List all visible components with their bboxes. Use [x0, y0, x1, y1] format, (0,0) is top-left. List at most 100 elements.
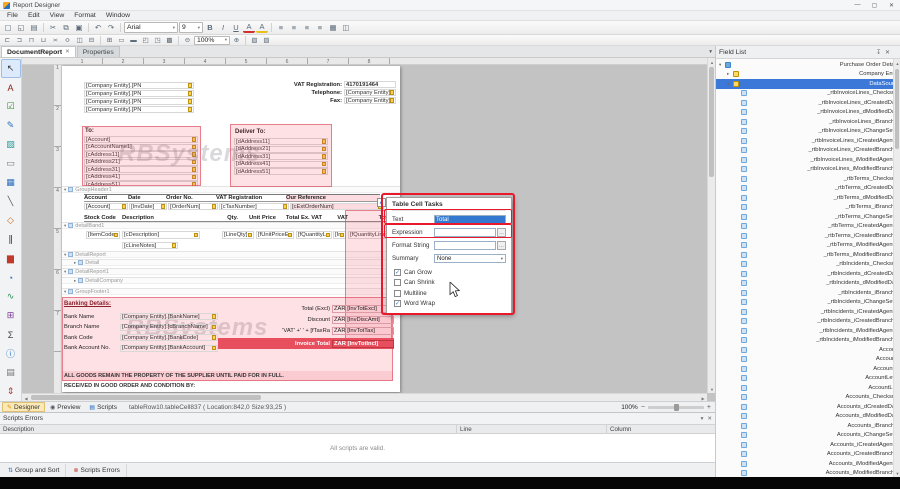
scrollbar-thumb[interactable]	[895, 69, 899, 149]
scroll-left-icon[interactable]: ◀	[22, 394, 30, 402]
field-list-item[interactable]: _rtbIncidents_iModifiedBranchID	[716, 336, 900, 346]
align-left-icon[interactable]: ≡	[275, 22, 287, 33]
highlight-color-button[interactable]: A	[256, 22, 268, 33]
borders-icon[interactable]: ▦	[327, 22, 339, 33]
field-list-item[interactable]: _rtbTerms_iCreatedAgentID	[716, 222, 900, 232]
field-list-item[interactable]: _rtbTerms_iCreatedBranchID	[716, 231, 900, 241]
smart-tag-button[interactable]: ▸	[377, 198, 386, 207]
field-list-item[interactable]: _rtbIncidents_iCreatedAgentID	[716, 307, 900, 317]
header-field[interactable]: [OrderNum]	[168, 203, 218, 210]
total-row[interactable]: Discount ZAR [InvDiscAmt]	[218, 316, 394, 325]
bank-field[interactable]: [Company Entity].[BankAccount]	[120, 345, 218, 352]
zoom-out-icon[interactable]: ⊖	[182, 36, 193, 45]
font-family-select[interactable]: Arial▾	[124, 22, 178, 33]
zoom-in-button[interactable]: +	[707, 404, 711, 411]
total-row[interactable]: Invoice Total ZAR [InvTotIncl]	[218, 338, 394, 349]
field-list-item[interactable]: _rtbTerms_dCreatedDate	[716, 184, 900, 194]
band-detailband1[interactable]: ▾detailBand1	[62, 222, 400, 229]
chevron-down-icon[interactable]: ▾	[701, 416, 704, 422]
tab-preview[interactable]: ◉Preview	[46, 402, 84, 412]
field-list-item[interactable]: _rtbTerms_iModifiedAgentID	[716, 241, 900, 251]
italic-button[interactable]: I	[217, 22, 229, 33]
band-detailreport[interactable]: ▾DetailReport	[62, 251, 400, 258]
field-list-item[interactable]: ▸ Company Entity	[716, 70, 900, 80]
field-list-item[interactable]: _rtbTerms_iModifiedBranchID	[716, 250, 900, 260]
address-field[interactable]: [dAddress51]	[234, 168, 328, 175]
scroll-right-icon[interactable]: ▶	[699, 394, 707, 402]
field-list-item[interactable]: Account	[716, 345, 900, 355]
field-list-item[interactable]: _rtbInvoiceLines_iBranchID	[716, 117, 900, 127]
total-row[interactable]: 'VAT' +' ' + [fTaxRa ZAR [InvTotTax]	[218, 327, 394, 336]
header-field[interactable]: [cTaxNumber]	[219, 203, 289, 210]
paste-icon[interactable]: ▣	[73, 22, 85, 33]
redo-icon[interactable]: ↷	[105, 22, 117, 33]
detail-field[interactable]: [LineQty]	[222, 231, 254, 239]
header-field[interactable]: [InvDate]	[129, 203, 167, 210]
field-list-item[interactable]: _rtbInvoiceLines_dModifiedDate	[716, 108, 900, 118]
center-horizontally-icon[interactable]: ≍	[50, 36, 61, 45]
zoom-slider[interactable]	[648, 406, 704, 409]
fit-page-icon[interactable]: ▧	[249, 36, 260, 45]
pointer-tool[interactable]: ↖	[1, 59, 21, 78]
zoom-in-icon[interactable]: ⊕	[231, 36, 242, 45]
footer-terms-line[interactable]: ALL GOODS REMAIN THE PROPERTY OF THE SUP…	[62, 371, 393, 381]
tab-properties[interactable]: Properties	[77, 46, 120, 57]
field-list-item[interactable]: ▾ DataSource	[716, 79, 900, 89]
scroll-up-icon[interactable]: ▲	[708, 58, 716, 66]
detail-field[interactable]: [fUnitPriceExcl]	[256, 231, 294, 239]
line-notes-field[interactable]: [cLineNotes]	[122, 242, 178, 249]
scroll-up-icon[interactable]: ▲	[894, 59, 900, 67]
band-detailreport1[interactable]: ▾DetailReport1	[62, 268, 400, 275]
field-list-item[interactable]: _rtbTerms_iChangeSetID	[716, 212, 900, 222]
field-list-item[interactable]: Account1	[716, 355, 900, 365]
close-icon[interactable]: ✕	[885, 49, 890, 56]
scroll-down-icon[interactable]: ▼	[708, 385, 716, 393]
tab-group-and-sort[interactable]: ⇅Group and Sort	[2, 464, 66, 477]
collapse-icon[interactable]: ▸	[74, 278, 76, 284]
page-break-tool[interactable]: ▤	[1, 363, 21, 382]
field-list-scrollbar[interactable]: ▲ ▼	[893, 59, 900, 477]
field-list-item[interactable]: _rtbIncidents_iChangeSetID	[716, 298, 900, 308]
grid-lines-icon[interactable]: ▨	[261, 36, 272, 45]
footer-received-line[interactable]: RECEIVED IN GOOD ORDER AND CONDITION BY:	[64, 383, 195, 389]
company-field[interactable]: [Company Entity].[PN	[84, 82, 194, 89]
barcode-tool[interactable]: ∥	[1, 230, 21, 249]
undo-icon[interactable]: ↶	[92, 22, 104, 33]
page-info-tool[interactable]: ⓘ	[1, 344, 21, 363]
collapse-icon[interactable]: ▾	[64, 223, 66, 229]
snap-grid-icon[interactable]: ▩	[164, 36, 175, 45]
vat-field[interactable]: [Company Entity].[T	[344, 89, 396, 96]
vertical-scrollbar[interactable]: ▲ ▼	[707, 58, 715, 393]
field-list-item[interactable]: _rtbIncidents_iBranchID	[716, 288, 900, 298]
tab-scripts-errors[interactable]: ⊗Scripts Errors	[67, 464, 126, 477]
subreport-tool[interactable]: Σ	[1, 325, 21, 344]
collapse-icon[interactable]: ▸	[74, 260, 76, 266]
error-grid-column-header[interactable]: Line	[457, 425, 607, 433]
zoom-slider-thumb[interactable]	[674, 404, 679, 411]
address-field[interactable]: [cAddress41]	[84, 174, 198, 181]
align-center-icon[interactable]: ≡	[288, 22, 300, 33]
field-list-item[interactable]: _rtbTerms_Checksum	[716, 174, 900, 184]
font-size-select[interactable]: 9▾	[179, 22, 203, 33]
band-detailcompany[interactable]: ▸DetailCompany	[62, 277, 400, 284]
send-to-back-icon[interactable]: ◳	[152, 36, 163, 45]
sparkline-tool[interactable]: ∿	[1, 287, 21, 306]
expression-input[interactable]	[434, 228, 496, 237]
align-left-edges-icon[interactable]: ⊏	[2, 36, 13, 45]
justify-icon[interactable]: ≡	[314, 22, 326, 33]
collapse-icon[interactable]: ▾	[64, 252, 66, 258]
popup-checkbox[interactable]: Word Wrap	[392, 299, 506, 310]
close-icon[interactable]: ✕	[65, 49, 70, 55]
collapse-icon[interactable]: ▾	[64, 269, 66, 275]
field-list-item[interactable]: _rtbIncidents_iModifiedAgentID	[716, 326, 900, 336]
tab-document-report[interactable]: DocumentReport ✕	[1, 46, 76, 57]
field-list-item[interactable]: ▾ Purchase Order Details	[716, 60, 900, 70]
text-input[interactable]: Total	[434, 215, 506, 224]
menu-item[interactable]: View	[45, 12, 70, 19]
field-list-item[interactable]: Accounts_iCreatedAgentID	[716, 440, 900, 450]
scrollbar-thumb[interactable]	[31, 395, 261, 400]
same-size-icon[interactable]: ⊞	[104, 36, 115, 45]
field-list-item[interactable]: AccountID	[716, 364, 900, 374]
zoom-select[interactable]: 100%▾	[194, 36, 230, 45]
same-height-icon[interactable]: ⊟	[86, 36, 97, 45]
